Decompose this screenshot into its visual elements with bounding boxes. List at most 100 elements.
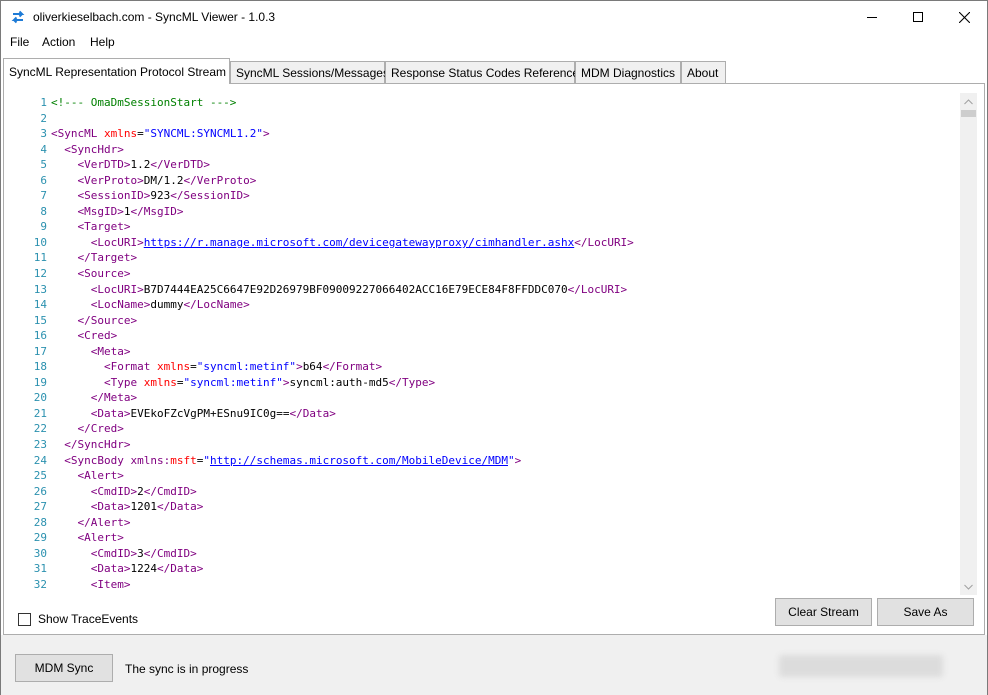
line-number: 19 (33, 375, 47, 389)
code-line: 2 (31, 111, 957, 127)
line-number: 8 (40, 204, 47, 218)
syncml-code-editor[interactable]: 1 <!--- OmaDmSessionStart ---> 2 3 <SyncML x… (31, 93, 977, 595)
code-tag: <Target> (77, 220, 131, 234)
code-line: 17 <Meta> (31, 344, 957, 360)
line-number: 28 (33, 515, 47, 529)
line-number: 4 (40, 142, 47, 156)
code-attribute-value: "syncml:metinf" (196, 360, 297, 374)
mdm-sync-button[interactable]: MDM Sync (15, 654, 113, 682)
tab-about[interactable]: About (681, 61, 726, 83)
code-tag: </Alert> (77, 515, 131, 529)
code-tag: <MsgID> (77, 204, 124, 218)
show-trace-events-toggle[interactable]: Show TraceEvents (18, 612, 138, 626)
code-line: 28 </Alert> (31, 515, 957, 531)
clear-stream-button[interactable]: Clear Stream (775, 598, 872, 626)
window-title: oliverkieselbach.com - SyncML Viewer - 1… (33, 10, 276, 24)
line-number: 20 (33, 391, 47, 405)
code-tag: <Alert> (77, 531, 124, 545)
code-tag: <Data> (90, 500, 131, 514)
code-tag: <CmdID> (90, 546, 138, 560)
code-tag: </Cred> (77, 422, 124, 436)
code-line: 5 <VerDTD>1.2</VerDTD> (31, 157, 957, 173)
code-text: 923 (150, 189, 171, 203)
code-tag: <VerDTD> (77, 158, 131, 172)
code-tag: <CmdID> (90, 484, 138, 498)
code-tag: <SyncML (51, 127, 104, 141)
code-tag: </VerDTD> (150, 158, 210, 172)
code-line: 7 <SessionID>923</SessionID> (31, 188, 957, 204)
code-attribute: xmlns (103, 127, 138, 141)
scrollbar-thumb[interactable] (961, 110, 976, 117)
line-number: 32 (33, 577, 47, 591)
line-number: 1 (40, 96, 47, 109)
code-link[interactable]: http://schemas.microsoft.com/MobileDevic… (210, 454, 508, 467)
title-bar[interactable]: oliverkieselbach.com - SyncML Viewer - 1… (1, 1, 987, 33)
code-attribute: msft (170, 453, 197, 467)
code-comment: <!--- OmaDmSessionStart ---> (51, 96, 237, 109)
line-number: 25 (33, 469, 47, 483)
tab-strip: SyncML Representation Protocol Stream Sy… (3, 58, 987, 84)
menu-action[interactable]: Action (42, 35, 75, 49)
scroll-up-icon[interactable] (960, 93, 977, 110)
tab-sessions-messages[interactable]: SyncML Sessions/Messages (230, 61, 389, 83)
tab-status-codes-reference[interactable]: Response Status Codes Reference (385, 61, 579, 83)
code-tag: <SyncBody (64, 453, 131, 467)
line-number: 14 (33, 298, 47, 312)
code-tag: </LocName> (183, 298, 250, 312)
code-tag: </VerProto> (183, 173, 257, 187)
vertical-scrollbar[interactable] (960, 93, 977, 595)
code-line: 24 <SyncBody xmlns:msft="http://schemas.… (31, 453, 957, 469)
scroll-down-icon[interactable] (960, 578, 977, 595)
line-number: 22 (33, 422, 47, 436)
code-lines: 1 <!--- OmaDmSessionStart ---> 2 3 <SyncML x… (31, 95, 957, 593)
line-number: 11 (33, 251, 47, 265)
code-line: 12 <Source> (31, 266, 957, 282)
line-number: 3 (40, 127, 47, 141)
code-text: 2 (137, 484, 144, 498)
code-line: 29 <Alert> (31, 530, 957, 546)
close-icon (958, 11, 970, 23)
menu-file[interactable]: File (10, 35, 29, 49)
code-tag: </SessionID> (170, 189, 250, 203)
code-tag: > (262, 127, 270, 141)
tab-panel: 1 <!--- OmaDmSessionStart ---> 2 3 <SyncML x… (3, 83, 985, 635)
status-bar: MDM Sync The sync is in progress (1, 635, 987, 695)
code-text: 1.2 (130, 158, 151, 172)
code-link[interactable]: https://r.manage.microsoft.com/devicegat… (144, 236, 574, 249)
tab-syncml-stream[interactable]: SyncML Representation Protocol Stream (3, 58, 230, 84)
minimize-button[interactable] (849, 1, 895, 33)
close-button[interactable] (941, 1, 987, 33)
code-line: 19 <Type xmlns="syncml:metinf">syncml:au… (31, 375, 957, 391)
code-line: 9 <Target> (31, 219, 957, 235)
line-number: 31 (33, 562, 47, 576)
code-tag: </Target> (77, 251, 138, 265)
menu-help[interactable]: Help (90, 35, 115, 49)
show-trace-events-label: Show TraceEvents (38, 612, 139, 626)
code-line: 6 <VerProto>DM/1.2</VerProto> (31, 173, 957, 189)
code-line: 18 <Format xmlns="syncml:metinf">b64</Fo… (31, 359, 957, 375)
code-line: 26 <CmdID>2</CmdID> (31, 484, 957, 500)
show-trace-events-checkbox[interactable] (18, 612, 31, 626)
code-attribute-value: " (203, 453, 210, 467)
code-tag: <SessionID> (77, 189, 151, 203)
code-tag: <Format (103, 360, 157, 374)
code-tag: <Meta> (90, 344, 131, 358)
code-tag: <Item> (90, 577, 131, 591)
code-line: 23 </SyncHdr> (31, 437, 957, 453)
maximize-button[interactable] (895, 1, 941, 33)
line-number: 30 (33, 546, 47, 560)
line-number: 26 (33, 484, 47, 498)
code-tag: <SyncHdr> (64, 142, 124, 156)
code-tag: > (296, 360, 303, 374)
code-text: = (137, 127, 144, 141)
code-tag: </SyncHdr> (64, 438, 131, 452)
code-tag: </LocURI> (567, 282, 628, 296)
app-window: oliverkieselbach.com - SyncML Viewer - 1… (0, 0, 988, 695)
line-number: 2 (40, 111, 47, 125)
tab-mdm-diagnostics[interactable]: MDM Diagnostics (575, 61, 681, 83)
blurred-device-name (779, 655, 943, 677)
code-attribute: xmlns (143, 375, 177, 389)
code-tag: <Cred> (77, 329, 118, 343)
code-attribute: xmlns (156, 360, 191, 374)
save-as-button[interactable]: Save As (877, 598, 974, 626)
